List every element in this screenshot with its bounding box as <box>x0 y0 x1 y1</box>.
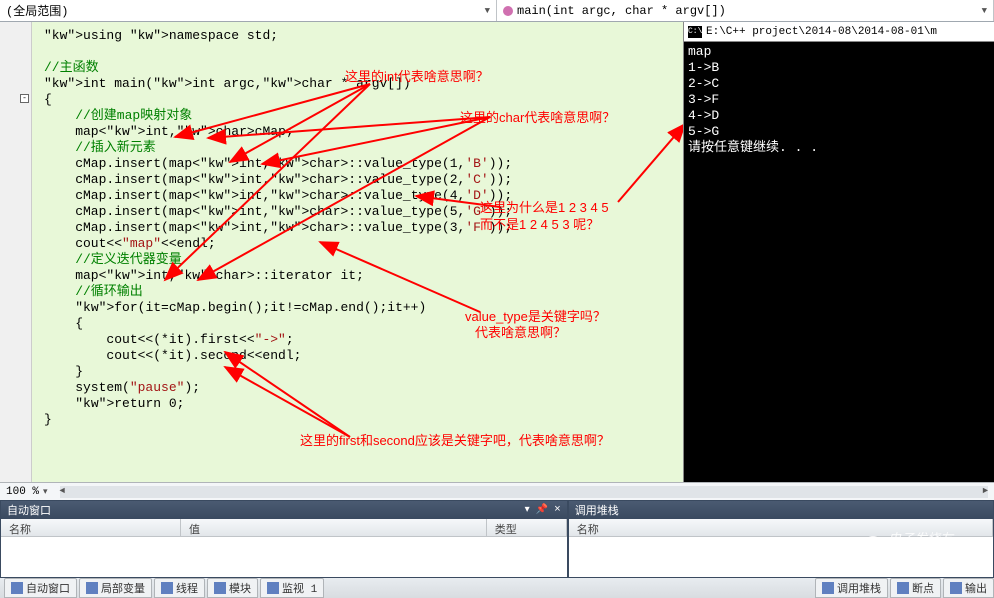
close-icon[interactable]: × <box>554 504 561 516</box>
editor-gutter: - <box>0 22 32 482</box>
autos-panel: 自动窗口 ▾ 📌 × 名称 值 类型 <box>0 500 568 578</box>
watermark: 电子发烧友 www.elecfans.com <box>864 528 984 562</box>
footer-tabs: 自动窗口局部变量线程模块监视 1 调用堆栈断点输出 <box>0 578 994 598</box>
footer-tab[interactable]: 断点 <box>890 578 941 598</box>
tab-icon <box>950 582 962 594</box>
col-type[interactable]: 类型 <box>487 519 567 536</box>
col-value[interactable]: 值 <box>181 519 487 536</box>
tab-icon <box>267 582 279 594</box>
console-output: map 1->B 2->C 3->F 4->D 5->G 请按任意键继续. . … <box>684 42 994 482</box>
zoom-level[interactable]: 100 % <box>6 486 39 498</box>
code-editor[interactable]: - "kw">using "kw">namespace std; //主函数 "… <box>0 22 684 482</box>
zoom-chevron-icon[interactable]: ▾ <box>43 487 48 497</box>
footer-tab[interactable]: 调用堆栈 <box>815 578 888 598</box>
scope-dropdown[interactable]: (全局范围) ▼ <box>0 0 497 21</box>
footer-tab[interactable]: 监视 1 <box>260 578 324 598</box>
autos-panel-title[interactable]: 自动窗口 ▾ 📌 × <box>1 501 567 519</box>
tabs-right: 调用堆栈断点输出 <box>795 578 994 598</box>
tabs-left: 自动窗口局部变量线程模块监视 1 <box>0 578 324 598</box>
chevron-down-icon: ▼ <box>982 6 987 16</box>
footer-tab[interactable]: 线程 <box>154 578 205 598</box>
footer-tab[interactable]: 模块 <box>207 578 258 598</box>
cmd-icon: C:\ <box>688 26 702 38</box>
autos-body[interactable] <box>1 537 567 577</box>
console-window: C:\ E:\C++ project\2014-08\2014-08-01\m … <box>684 22 994 482</box>
bottom-panels: 自动窗口 ▾ 📌 × 名称 值 类型 调用堆栈 名称 <box>0 500 994 578</box>
tab-icon <box>897 582 909 594</box>
fold-toggle-icon[interactable]: - <box>20 94 29 103</box>
function-icon <box>503 6 513 16</box>
function-dropdown[interactable]: main(int argc, char * argv[]) ▼ <box>497 0 994 21</box>
console-titlebar[interactable]: C:\ E:\C++ project\2014-08\2014-08-01\m <box>684 22 994 42</box>
flame-icon <box>860 532 885 557</box>
autos-header: 名称 值 类型 <box>1 519 567 537</box>
main-area: - "kw">using "kw">namespace std; //主函数 "… <box>0 22 994 482</box>
tab-icon <box>214 582 226 594</box>
callstack-panel-title[interactable]: 调用堆栈 <box>569 501 993 519</box>
tab-icon <box>86 582 98 594</box>
scope-label: (全局范围) <box>6 2 68 19</box>
footer-tab[interactable]: 自动窗口 <box>4 578 77 598</box>
function-label: main(int argc, char * argv[]) <box>517 4 726 18</box>
zoom-bar: 100 % ▾ <box>0 482 994 500</box>
horizontal-scrollbar[interactable] <box>60 486 988 498</box>
tab-icon <box>822 582 834 594</box>
footer-tab[interactable]: 局部变量 <box>79 578 152 598</box>
code-content[interactable]: "kw">using "kw">namespace std; //主函数 "kw… <box>32 22 683 482</box>
footer-tab[interactable]: 输出 <box>943 578 994 598</box>
tab-icon <box>161 582 173 594</box>
console-title-text: E:\C++ project\2014-08\2014-08-01\m <box>706 26 937 38</box>
pin-icon[interactable]: ▾ 📌 <box>525 504 548 516</box>
scope-bar: (全局范围) ▼ main(int argc, char * argv[]) ▼ <box>0 0 994 22</box>
chevron-down-icon: ▼ <box>485 6 490 16</box>
col-name[interactable]: 名称 <box>1 519 181 536</box>
tab-icon <box>11 582 23 594</box>
